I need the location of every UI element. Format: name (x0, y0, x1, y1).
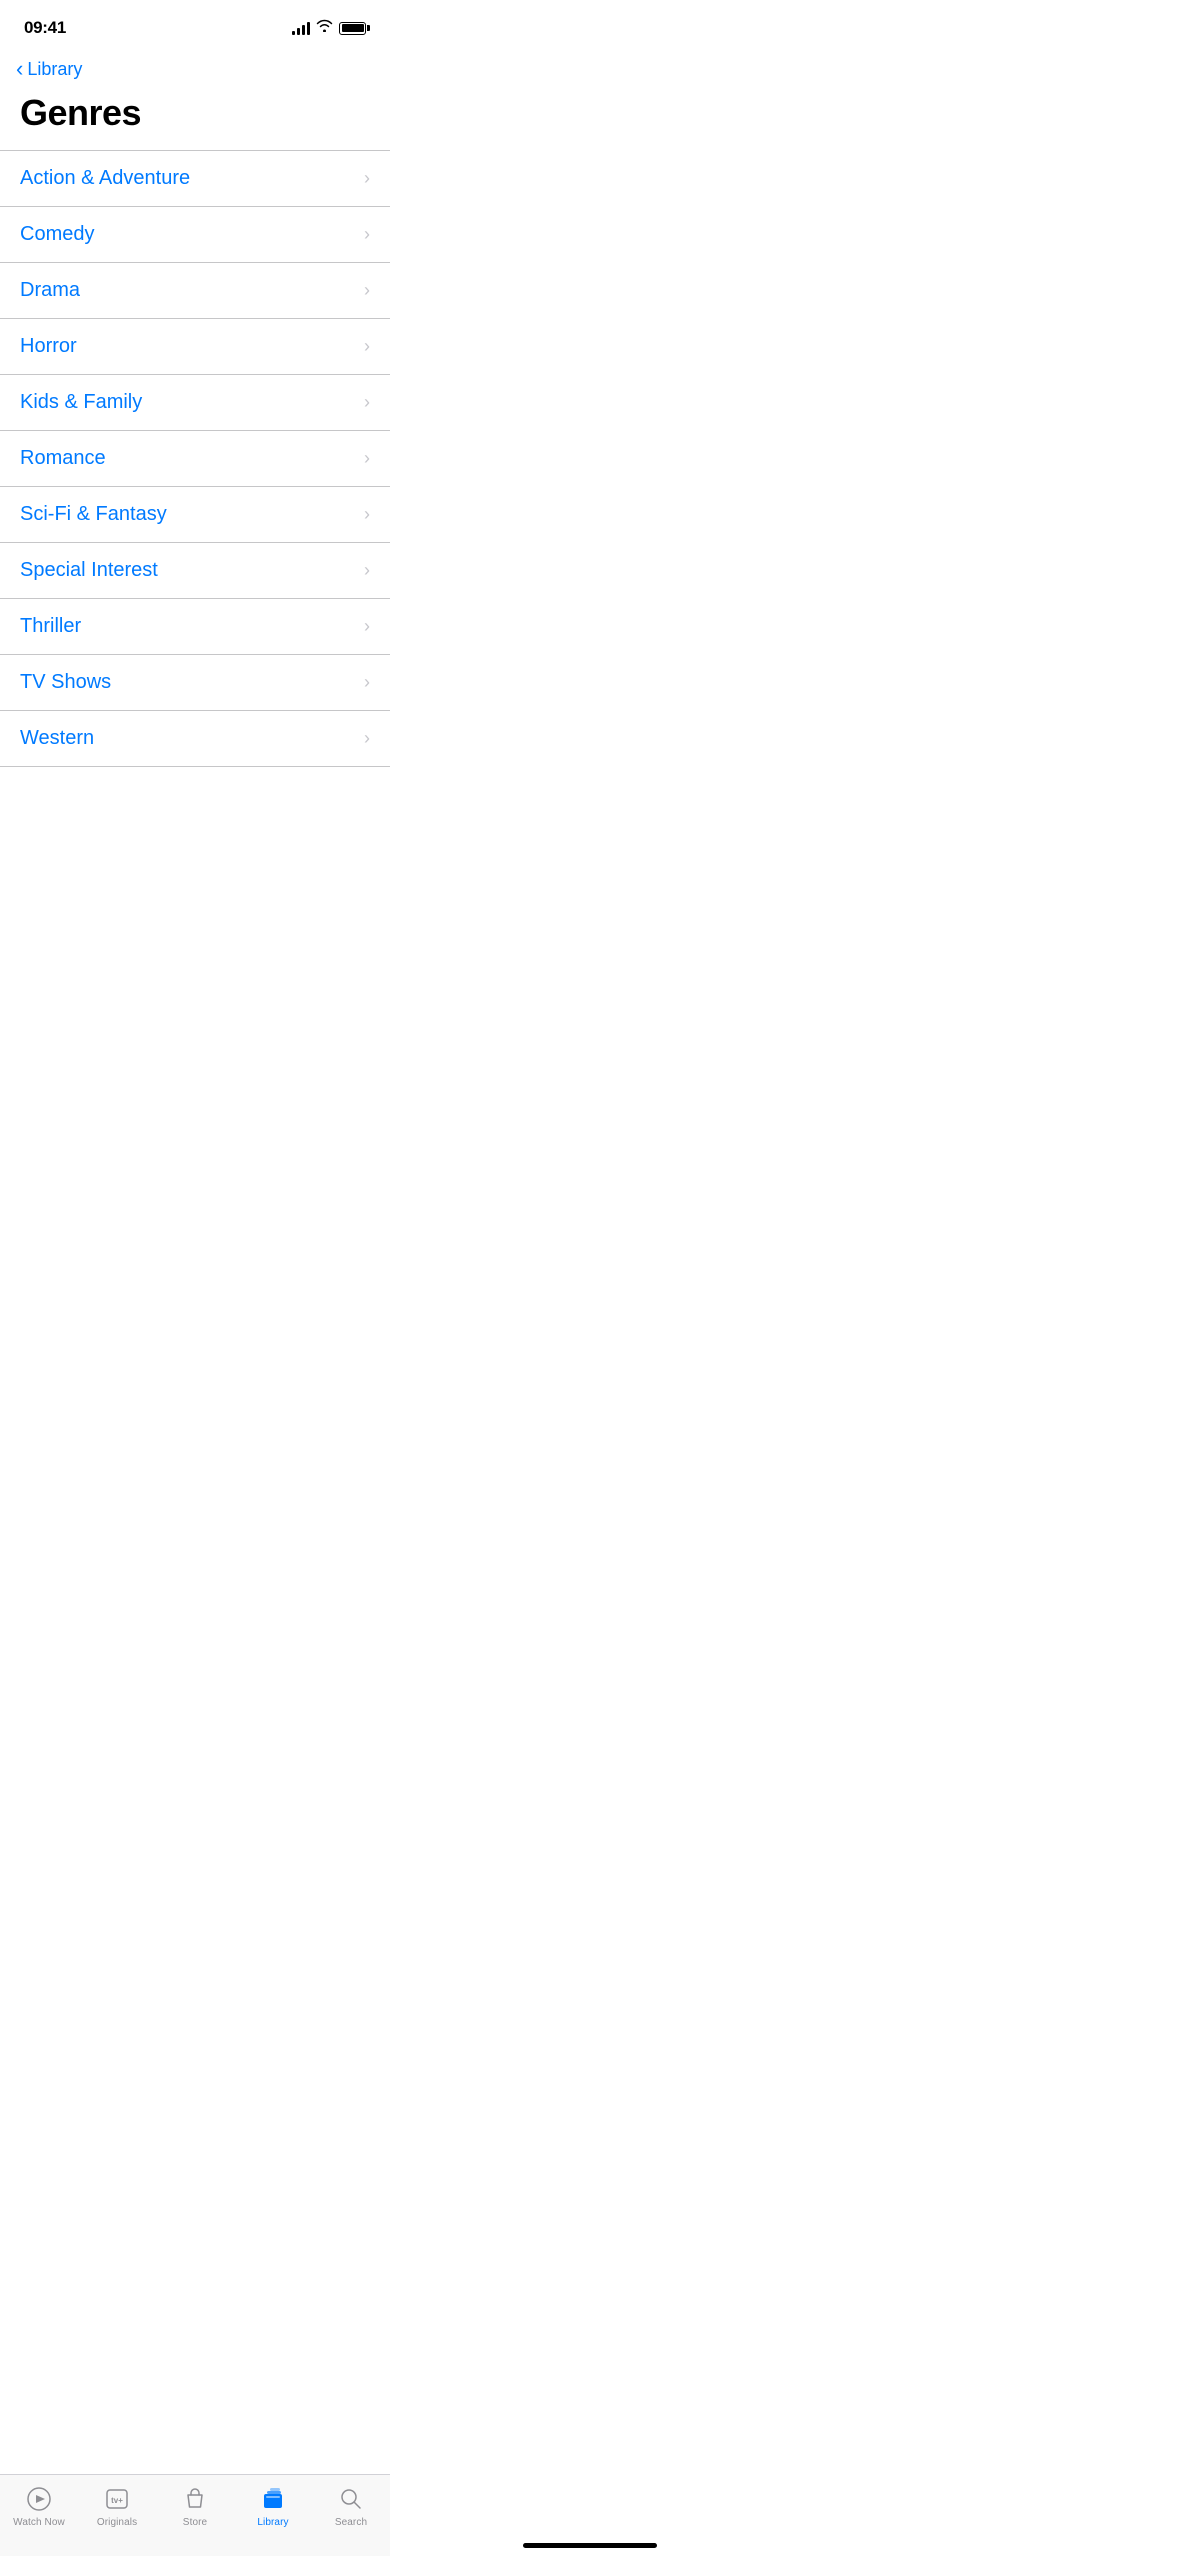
genre-label: Sci-Fi & Fantasy (20, 503, 167, 526)
genre-chevron-icon: › (364, 616, 370, 637)
page-title: Genres (0, 84, 390, 150)
tab-search-label: Search (335, 2517, 367, 2528)
genre-item[interactable]: Sci-Fi & Fantasy › (0, 487, 390, 543)
tab-bar: Watch Now tv+ Originals Store Library Se… (0, 2474, 390, 2556)
tab-library-label: Library (257, 2517, 288, 2528)
genre-label: Drama (20, 279, 80, 302)
store-icon (181, 2485, 209, 2513)
signal-icon (292, 22, 310, 35)
genre-item[interactable]: Western › (0, 711, 390, 767)
genre-label: Romance (20, 447, 106, 470)
genre-label: TV Shows (20, 671, 111, 694)
tab-library[interactable]: Library (243, 2485, 303, 2528)
genre-item[interactable]: Romance › (0, 431, 390, 487)
originals-icon: tv+ (103, 2485, 131, 2513)
genre-chevron-icon: › (364, 224, 370, 245)
tab-originals-label: Originals (97, 2517, 137, 2528)
genre-chevron-icon: › (364, 448, 370, 469)
tab-search[interactable]: Search (321, 2485, 381, 2528)
genre-chevron-icon: › (364, 504, 370, 525)
genre-chevron-icon: › (364, 560, 370, 581)
status-time: 09:41 (24, 18, 66, 38)
watch-now-icon (25, 2485, 53, 2513)
genre-label: Thriller (20, 615, 81, 638)
genre-label: Comedy (20, 223, 94, 246)
genre-item[interactable]: Thriller › (0, 599, 390, 655)
genre-item[interactable]: Comedy › (0, 207, 390, 263)
genre-chevron-icon: › (364, 280, 370, 301)
genre-chevron-icon: › (364, 336, 370, 357)
tab-watch-now[interactable]: Watch Now (9, 2485, 69, 2528)
genre-item[interactable]: Special Interest › (0, 543, 390, 599)
genre-label: Western (20, 727, 94, 750)
genre-chevron-icon: › (364, 728, 370, 749)
genre-list: Action & Adventure›Comedy›Drama›Horror›K… (0, 150, 390, 767)
library-icon (259, 2485, 287, 2513)
svg-text:tv+: tv+ (111, 2496, 123, 2505)
battery-icon (339, 22, 366, 35)
back-chevron-icon: ‹ (16, 58, 23, 80)
back-label: Library (27, 59, 82, 80)
genre-chevron-icon: › (364, 392, 370, 413)
tab-store-label: Store (183, 2517, 207, 2528)
genre-chevron-icon: › (364, 168, 370, 189)
tab-originals[interactable]: tv+ Originals (87, 2485, 147, 2528)
genre-item[interactable]: Action & Adventure › (0, 150, 390, 207)
back-nav[interactable]: ‹ Library (0, 50, 390, 84)
genre-item[interactable]: TV Shows › (0, 655, 390, 711)
genre-label: Special Interest (20, 559, 158, 582)
tab-watch-now-label: Watch Now (13, 2517, 65, 2528)
genre-item[interactable]: Kids & Family › (0, 375, 390, 431)
genre-item[interactable]: Drama › (0, 263, 390, 319)
genre-chevron-icon: › (364, 672, 370, 693)
genre-item[interactable]: Horror › (0, 319, 390, 375)
genre-label: Action & Adventure (20, 167, 190, 190)
genre-label: Kids & Family (20, 391, 142, 414)
status-bar: 09:41 (0, 0, 390, 50)
genre-label: Horror (20, 335, 77, 358)
status-icons (292, 19, 366, 37)
home-indicator (523, 2543, 657, 2548)
tab-store[interactable]: Store (165, 2485, 225, 2528)
search-icon (337, 2485, 365, 2513)
wifi-icon (316, 19, 333, 37)
